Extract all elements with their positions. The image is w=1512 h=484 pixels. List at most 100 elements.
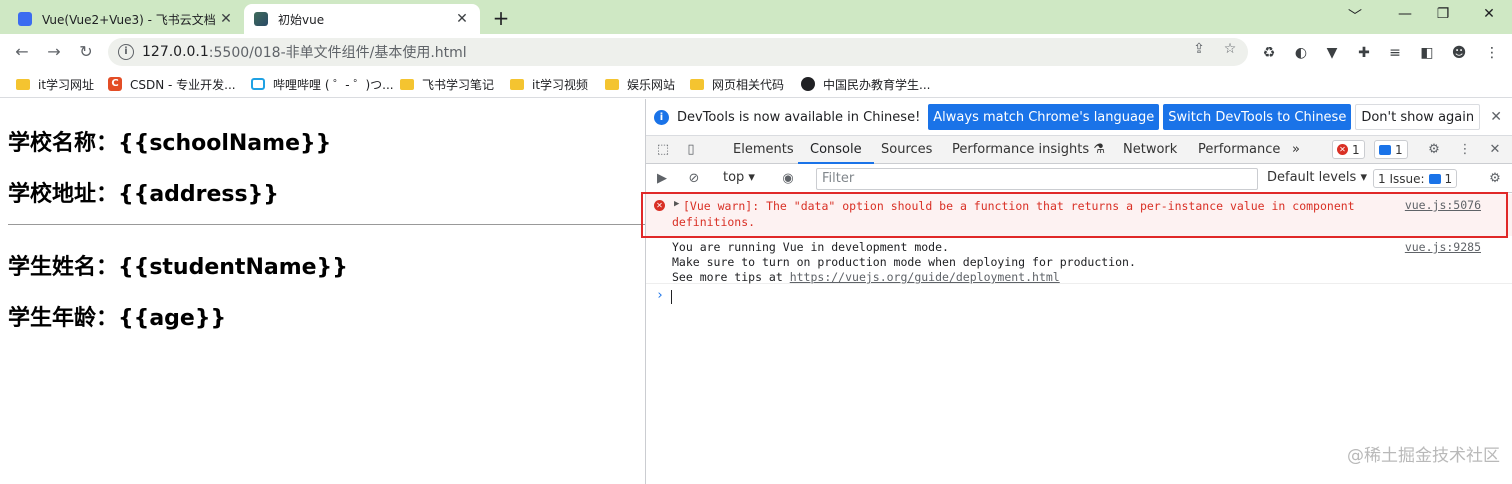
- address-bar[interactable]: i 127.0.0.1 :5500/018-非单文件组件/基本使用.html: [108, 38, 1248, 66]
- side-panel-icon[interactable]: ◧: [1417, 43, 1437, 63]
- extensions-puzzle-icon[interactable]: ✚: [1354, 43, 1374, 63]
- devtools-panel: i DevTools is now available in Chinese! …: [641, 99, 1512, 484]
- bookmark-csdn[interactable]: C CSDN - 专业开发...: [108, 74, 236, 94]
- bookmark-label: 中国民办教育学生...: [823, 77, 931, 92]
- log-line-2: Make sure to turn on production mode whe…: [672, 255, 1136, 269]
- globe-icon: [801, 77, 815, 91]
- console-error-message[interactable]: ✕ ▶ [Vue warn]: The "data" option should…: [641, 192, 1512, 238]
- folder-icon: [690, 78, 704, 90]
- bookmark-label: 网页相关代码: [712, 77, 785, 92]
- bookmark-label: it学习网址: [38, 77, 95, 92]
- console-settings-icon[interactable]: ⚙: [1486, 170, 1504, 188]
- clear-console-icon[interactable]: ⊘: [685, 170, 703, 188]
- always-match-language-button[interactable]: Always match Chrome's language: [928, 104, 1160, 130]
- bookmark-feishu-notes[interactable]: 飞书学习笔记: [400, 74, 494, 94]
- bookmark-label: 娱乐网站: [627, 77, 676, 92]
- error-text-line1: [Vue warn]: The "data" option should be …: [683, 199, 1355, 213]
- csdn-icon: C: [108, 77, 122, 91]
- close-infobar-icon[interactable]: ✕: [1490, 109, 1502, 125]
- back-button[interactable]: ←: [10, 40, 34, 64]
- url-path: :5500/018-非单文件组件/基本使用.html: [208, 45, 467, 61]
- close-window-button[interactable]: ✕: [1477, 6, 1501, 22]
- folder-icon: [605, 78, 619, 90]
- context-selector[interactable]: top ▾: [723, 170, 755, 185]
- console-input-caret[interactable]: [671, 290, 672, 304]
- watermark: @稀土掘金技术社区: [1347, 446, 1500, 466]
- tab-network[interactable]: Network: [1123, 142, 1177, 157]
- expand-triangle-icon[interactable]: ▶: [674, 199, 679, 209]
- bookmark-bilibili[interactable]: 哔哩哔哩 ( ゜- ゜)つ...: [251, 74, 394, 94]
- site-info-icon[interactable]: i: [118, 44, 134, 60]
- document-icon: [18, 12, 32, 26]
- log-line-3: See more tips at https://vuejs.org/guide…: [672, 270, 1060, 284]
- tab-performance-insights[interactable]: Performance insights ⚗: [952, 142, 1105, 157]
- browser-toolbar: ← → ↻ i 127.0.0.1 :5500/018-非单文件组件/基本使用.…: [0, 34, 1512, 70]
- issue-icon: [1428, 173, 1441, 184]
- bookmark-web-code[interactable]: 网页相关代码: [690, 74, 784, 94]
- vue-page-icon: [254, 12, 268, 26]
- tab-search-icon[interactable]: ﹀: [1343, 6, 1367, 26]
- device-toolbar-icon[interactable]: ▯: [682, 141, 700, 159]
- bookmark-it-videos[interactable]: it学习视频: [510, 74, 588, 94]
- reload-button[interactable]: ↻: [74, 40, 98, 64]
- close-tab-icon[interactable]: ✕: [218, 11, 234, 27]
- dont-show-again-button[interactable]: Don't show again: [1355, 104, 1481, 130]
- student-name-heading: 学生姓名：{{studentName}}: [8, 255, 348, 280]
- tab-feishu-doc[interactable]: Vue(Vue2+Vue3) - 飞书云文档 ✕: [8, 4, 244, 34]
- console-filter-input[interactable]: Filter: [816, 168, 1258, 190]
- bookmark-it-sites[interactable]: it学习网址: [16, 74, 94, 94]
- bookmark-label: it学习视频: [532, 77, 589, 92]
- log-line-3-prefix: See more tips at: [672, 270, 790, 284]
- sidebar-toggle-icon[interactable]: ▶: [653, 170, 671, 188]
- extension-vue-icon[interactable]: ▼: [1322, 43, 1342, 63]
- message-count: 1: [1395, 142, 1403, 157]
- log-levels-dropdown[interactable]: Default levels ▾: [1267, 170, 1367, 185]
- bookmark-education[interactable]: 中国民办教育学生...: [801, 74, 930, 94]
- menu-kebab-icon[interactable]: ⋮: [1482, 43, 1502, 63]
- log-source-link[interactable]: vue.js:9285: [1405, 240, 1481, 254]
- switch-to-chinese-button[interactable]: Switch DevTools to Chinese: [1163, 104, 1352, 130]
- error-count: 1: [1352, 142, 1360, 157]
- error-count-badge[interactable]: ✕ 1: [1332, 140, 1365, 159]
- bilibili-icon: [251, 78, 265, 90]
- tab-console[interactable]: Console: [798, 142, 874, 164]
- folder-icon: [16, 78, 30, 90]
- bookmark-label: 飞书学习笔记: [422, 77, 495, 92]
- settings-gear-icon[interactable]: ⚙: [1425, 141, 1443, 159]
- tab-title: 初始vue: [278, 12, 325, 27]
- profile-avatar[interactable]: ☻: [1449, 43, 1469, 63]
- issues-label: 1 Issue:: [1378, 171, 1425, 186]
- restore-button[interactable]: ❐: [1431, 6, 1455, 22]
- new-tab-button[interactable]: +: [490, 6, 512, 30]
- tab-sources[interactable]: Sources: [881, 142, 932, 157]
- live-expression-eye-icon[interactable]: ◉: [779, 170, 797, 188]
- bookmark-star-icon[interactable]: ☆: [1221, 40, 1239, 58]
- tab-elements[interactable]: Elements: [733, 142, 794, 157]
- extension-orb-icon[interactable]: ◐: [1291, 43, 1311, 63]
- console-log-message: You are running Vue in development mode.…: [646, 238, 1512, 284]
- error-source-link[interactable]: vue.js:5076: [1405, 198, 1481, 212]
- extension-recycle-icon[interactable]: ♻: [1259, 43, 1279, 63]
- message-count-badge[interactable]: 1: [1374, 140, 1408, 159]
- tab-initial-vue[interactable]: 初始vue ✕: [244, 4, 480, 34]
- inspect-element-icon[interactable]: ⬚: [654, 141, 672, 159]
- more-tabs-button[interactable]: »: [1292, 142, 1300, 157]
- forward-button[interactable]: →: [42, 40, 66, 64]
- language-infobar: i DevTools is now available in Chinese! …: [646, 99, 1512, 136]
- bookmarks-bar: it学习网址 C CSDN - 专业开发... 哔哩哔哩 ( ゜- ゜)つ...…: [0, 70, 1512, 98]
- error-icon: ✕: [654, 200, 665, 211]
- deployment-guide-link[interactable]: https://vuejs.org/guide/deployment.html: [790, 270, 1060, 284]
- school-name-heading: 学校名称：{{schoolName}}: [8, 131, 332, 156]
- minimize-button[interactable]: —: [1393, 6, 1417, 22]
- devtools-menu-icon[interactable]: ⋮: [1456, 141, 1474, 159]
- close-devtools-icon[interactable]: ✕: [1486, 141, 1504, 159]
- tab-performance[interactable]: Performance: [1198, 142, 1280, 157]
- share-icon[interactable]: ⇪: [1190, 40, 1208, 58]
- tab-title: Vue(Vue2+Vue3) - 飞书云文档: [42, 12, 216, 27]
- tab-strip: Vue(Vue2+Vue3) - 飞书云文档 ✕ 初始vue ✕ + ﹀ — ❐…: [0, 0, 1512, 34]
- bookmark-entertainment[interactable]: 娱乐网站: [605, 74, 675, 94]
- issues-badge[interactable]: 1 Issue: 1: [1373, 169, 1458, 188]
- reading-list-icon[interactable]: ≡: [1385, 43, 1405, 63]
- student-age-heading: 学生年龄：{{age}}: [8, 306, 227, 331]
- close-tab-icon[interactable]: ✕: [454, 11, 470, 27]
